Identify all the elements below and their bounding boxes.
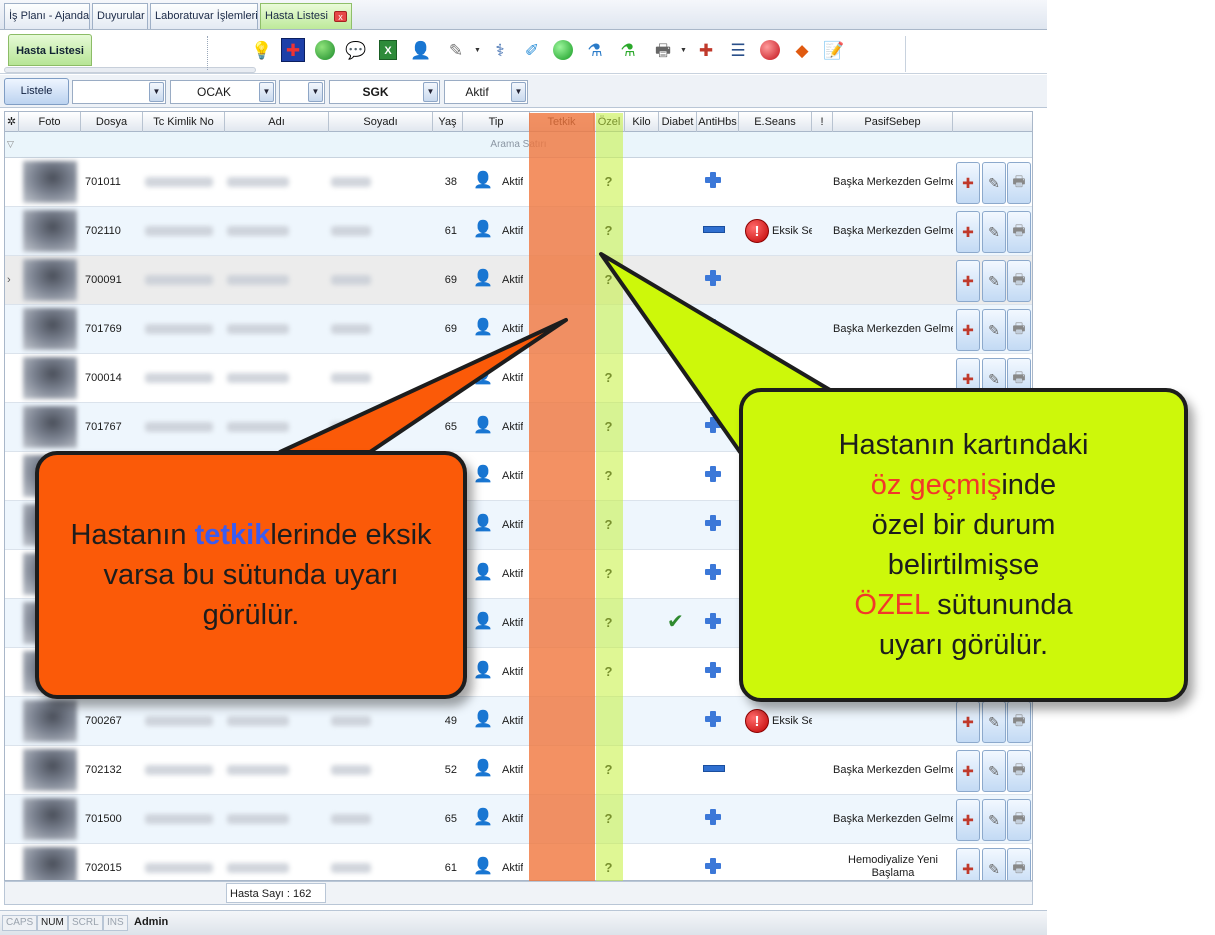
callout-text: inde [1001,469,1057,501]
callout-line: öz geçmişinde [839,465,1089,505]
left-callout-pointer [278,318,568,454]
callout-highlight: öz geçmiş [870,469,1002,501]
callout-line: uyarı görülür. [878,629,1049,661]
callout-highlight: tetkik [194,519,271,551]
tetkik-callout-text: Hastanın tetkiklerinde eksik varsa bu sü… [39,515,463,635]
callout-line: Hastanın kartındaki [838,429,1089,461]
ozel-callout-text: Hastanın kartındaki öz geçmişinde özel b… [839,425,1089,665]
callout-line: belirtilmişse [887,549,1040,581]
tetkik-callout: Hastanın tetkiklerinde eksik varsa bu sü… [35,451,467,699]
callout-highlight: ÖZEL [854,589,930,621]
callout-line: özel bir durum [871,509,1056,541]
callout-text: sütununda [929,589,1073,621]
callout-line: ÖZEL sütununda [839,585,1089,625]
ozel-callout: Hastanın kartındaki öz geçmişinde özel b… [739,388,1188,702]
callout-text: Hastanın [70,519,195,551]
